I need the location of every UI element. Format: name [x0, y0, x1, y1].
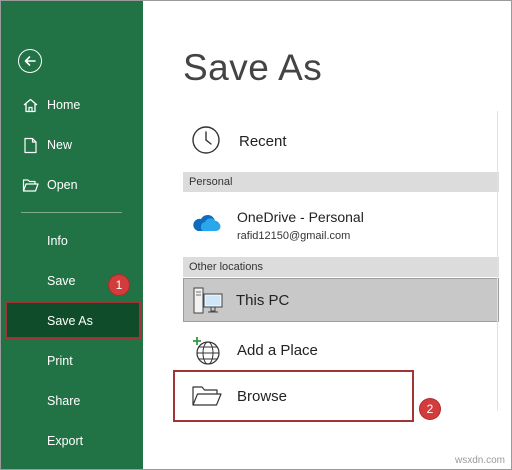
location-recent[interactable]: Recent [183, 121, 499, 161]
clock-icon [191, 125, 221, 160]
onedrive-email: rafid12150@gmail.com [237, 230, 351, 242]
new-document-icon [21, 136, 39, 154]
nav-save-label: Save [47, 274, 76, 288]
back-arrow-icon [24, 56, 36, 66]
add-place-label: Add a Place [237, 342, 318, 359]
nav-print[interactable]: Print [1, 342, 143, 380]
nav-print-label: Print [47, 354, 73, 368]
onedrive-label: OneDrive - Personal [237, 209, 364, 225]
recent-label: Recent [239, 133, 287, 150]
location-add-place[interactable]: Add a Place [183, 331, 499, 371]
nav-save-as[interactable]: Save As [5, 301, 141, 339]
nav-open-label: Open [47, 178, 78, 192]
back-button[interactable] [18, 49, 42, 73]
nav-export[interactable]: Export [1, 422, 143, 460]
panel-scrollbar[interactable] [497, 111, 498, 411]
personal-section-header: Personal [183, 172, 499, 192]
location-this-pc[interactable]: This PC [183, 278, 499, 322]
step-badge-1: 1 [109, 275, 129, 295]
backstage-sidebar: Home New Open Info Save Save As Print Sh… [1, 1, 143, 469]
nav-share-label: Share [47, 394, 81, 408]
step-badge-2: 2 [420, 399, 440, 419]
nav-new-label: New [47, 138, 73, 152]
nav-info[interactable]: Info [1, 222, 143, 260]
nav-info-label: Info [47, 234, 68, 248]
folder-open-icon [21, 176, 39, 194]
computer-icon [192, 285, 224, 322]
nav-save-as-label: Save As [47, 314, 93, 328]
location-onedrive[interactable]: OneDrive - Personal rafid12150@gmail.com [183, 200, 499, 248]
nav-new[interactable]: New [1, 126, 143, 164]
page-title: Save As [183, 47, 323, 88]
nav-open[interactable]: Open [1, 166, 143, 204]
sidebar-divider [21, 212, 122, 213]
this-pc-label: This PC [236, 292, 290, 309]
other-locations-header: Other locations [183, 257, 499, 277]
nav-export-label: Export [47, 434, 84, 448]
nav-home[interactable]: Home [1, 86, 143, 124]
nav-home-label: Home [47, 98, 81, 112]
excel-backstage-window: Home New Open Info Save Save As Print Sh… [0, 0, 512, 470]
home-icon [21, 96, 39, 114]
nav-share[interactable]: Share [1, 382, 143, 420]
watermark: wsxdn.com [454, 455, 505, 466]
browse-highlight-box [173, 370, 414, 422]
cloud-icon [191, 212, 221, 239]
globe-add-icon [191, 335, 223, 372]
